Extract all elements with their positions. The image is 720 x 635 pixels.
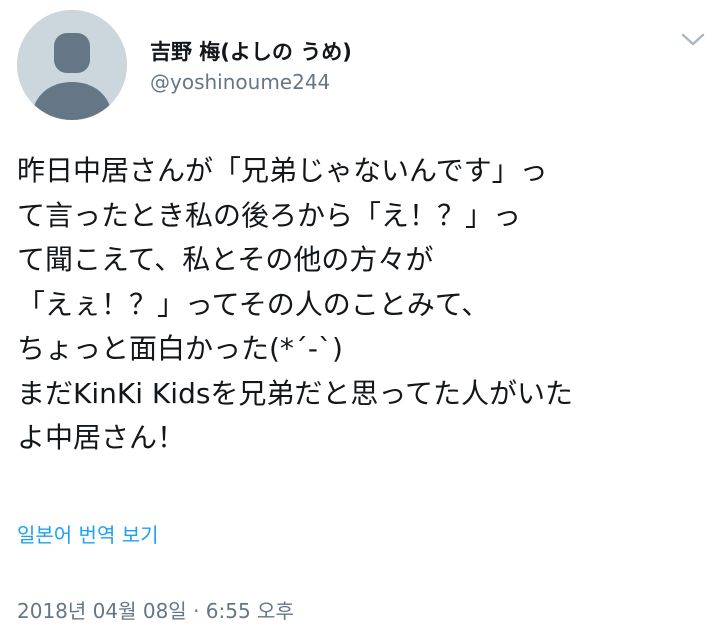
tweet-line: まだKinKi Kidsを兄弟だと思ってた人がいた (17, 376, 574, 410)
tweet-line: 「えぇ！？」ってその人のことみて、 (17, 287, 490, 321)
tweet-line: て聞こえて、私とその他の方々が (17, 243, 434, 276)
tweet-line: ちょっと面白かった(*´-`) (17, 332, 343, 365)
default-profile-icon (17, 10, 127, 120)
author-handle[interactable]: @yoshinoume244 (150, 70, 330, 94)
translate-tweet-link[interactable]: 일본어 번역 보기 (17, 519, 159, 548)
author-display-name[interactable]: 吉野 梅(よしの うめ) (150, 36, 352, 66)
tweet-line: て言ったとき私の後ろから「え！？」っ (17, 198, 522, 232)
tweet-line: 昨日中居さんが「兄弟じゃないんです」っ (17, 154, 548, 187)
avatar[interactable] (17, 10, 127, 120)
tweet-line: よ中居さん！ (17, 421, 186, 454)
tweet-timestamp[interactable]: 2018년 04월 08일 · 6:55 오후 (17, 595, 294, 624)
chevron-down-icon[interactable] (680, 30, 706, 50)
tweet-text: 昨日中居さんが「兄弟じゃないんです」っ て言ったとき私の後ろから「え！？」っ て… (17, 149, 707, 461)
